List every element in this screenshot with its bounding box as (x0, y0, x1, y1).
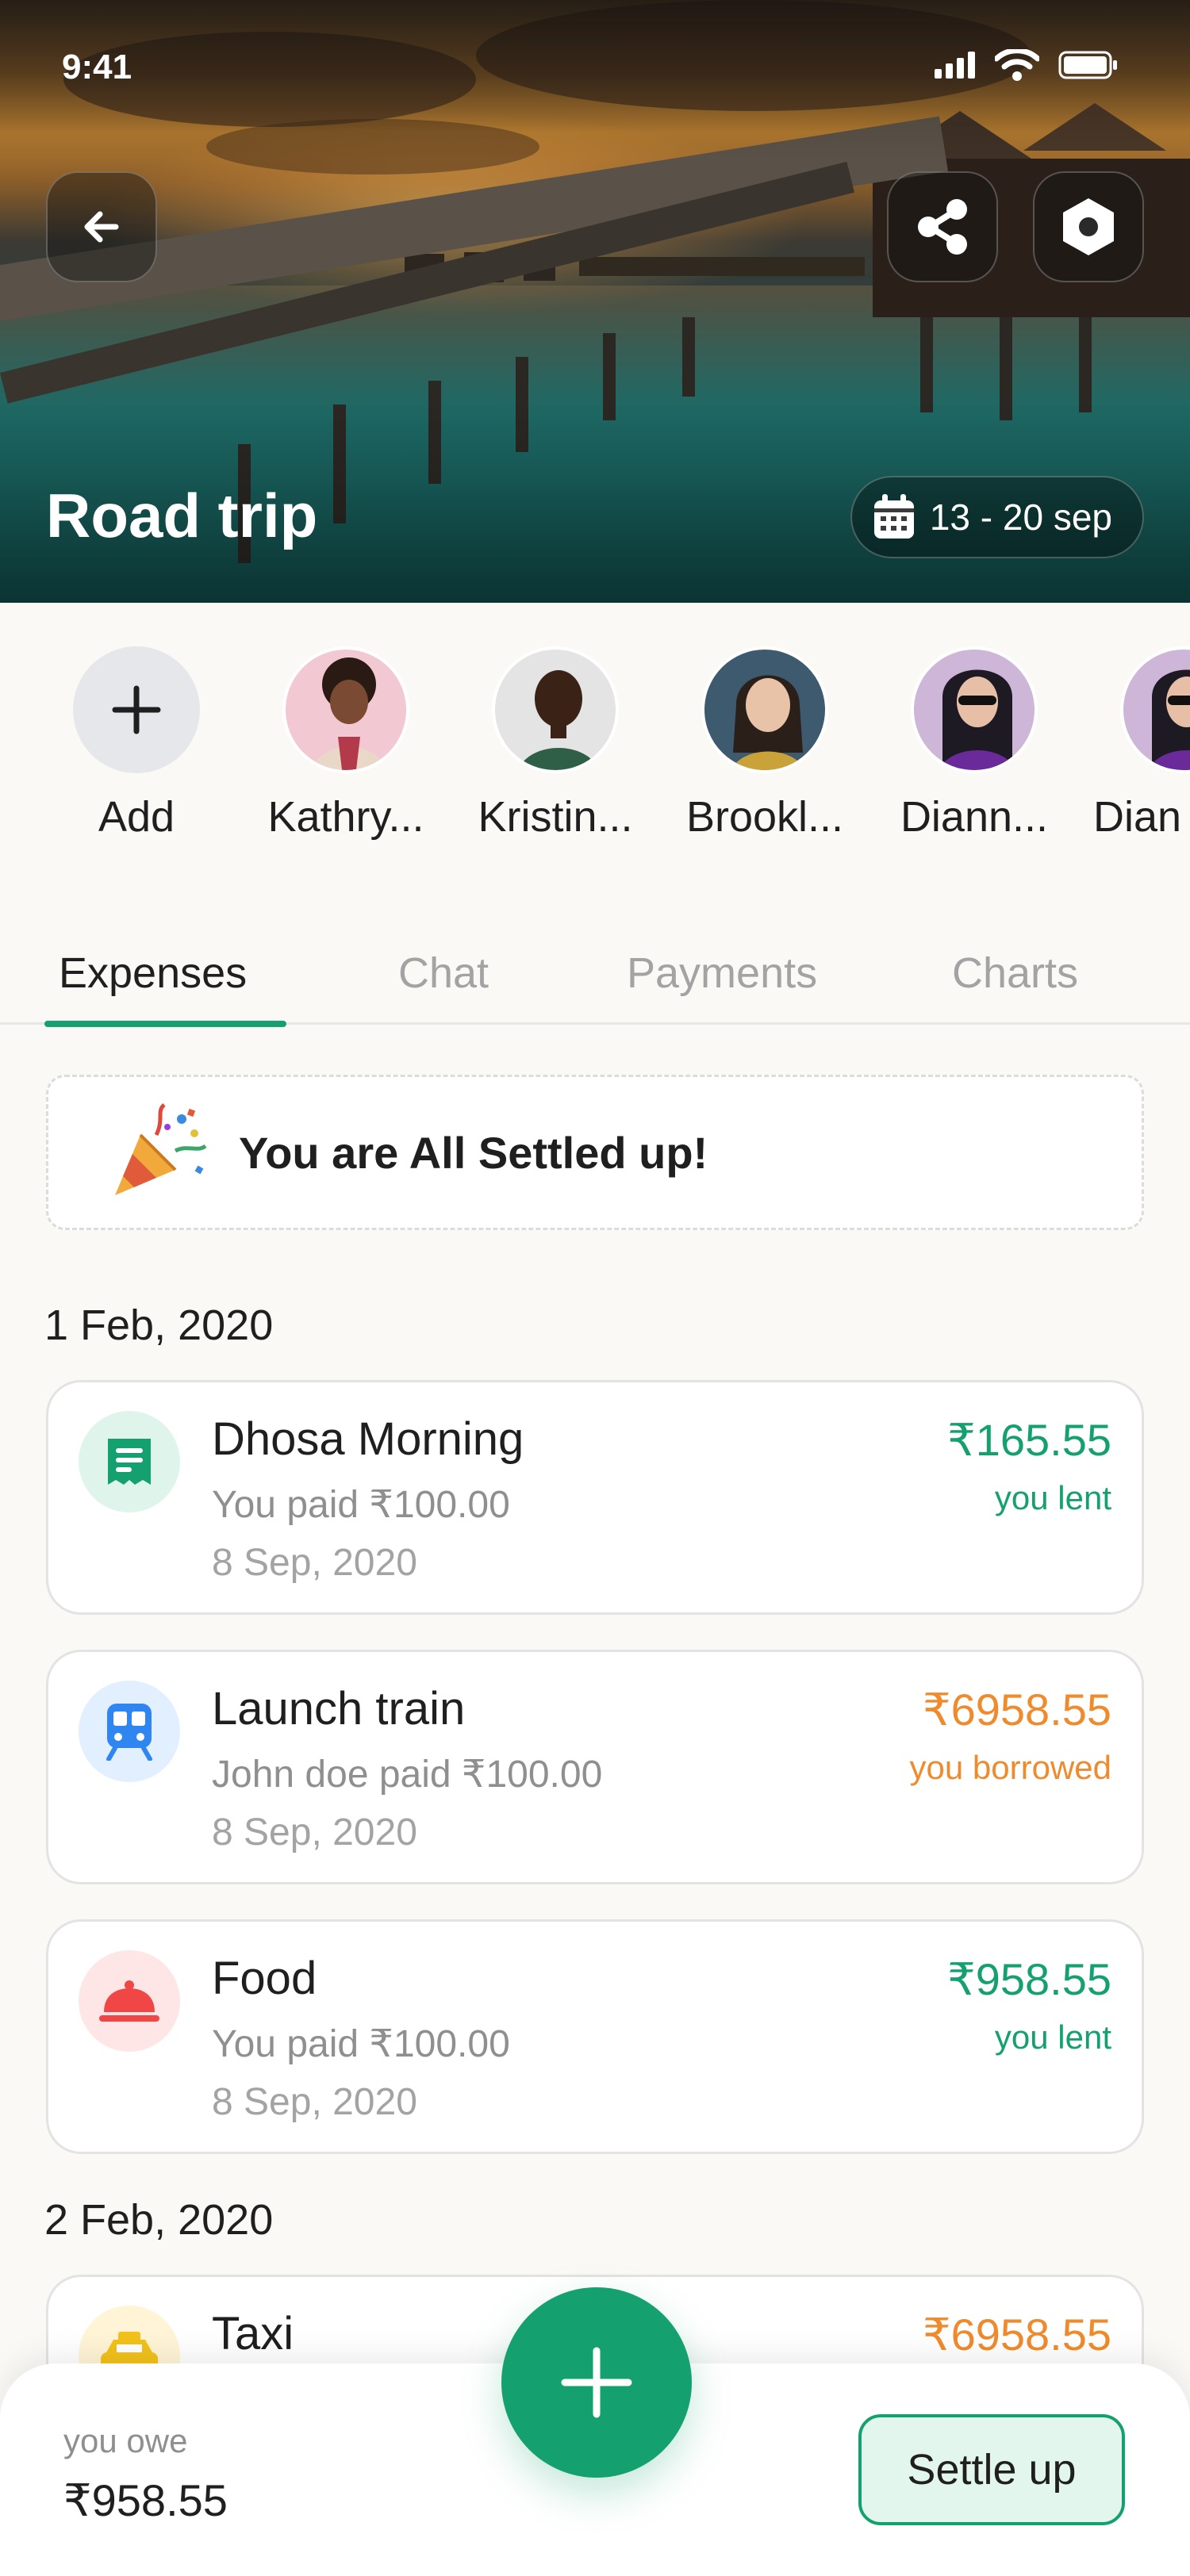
train-icon (106, 1704, 152, 1761)
tab-expenses[interactable]: Expenses (59, 949, 247, 998)
status-icons (935, 49, 1119, 81)
expense-date: 8 Sep, 2020 (212, 2081, 417, 2123)
signal-icon (935, 52, 975, 79)
food-cloche-icon (99, 1980, 159, 2022)
expense-payer: You paid ₹100.00 (212, 1484, 510, 1526)
settings-button[interactable] (1033, 171, 1144, 282)
tab-payments[interactable]: Payments (627, 949, 817, 998)
add-member-button[interactable]: Add (41, 646, 232, 841)
tab-bar: Expenses Chat Payments Charts (0, 936, 1190, 1025)
member-name: Kristin... (478, 793, 633, 841)
category-icon (79, 1950, 180, 2052)
share-button[interactable] (887, 171, 998, 282)
expense-title: Launch train (212, 1683, 466, 1735)
add-member-circle (73, 646, 200, 773)
trip-date-range[interactable]: 13 - 20 sep (850, 476, 1144, 558)
expense-status: you lent (994, 2018, 1111, 2056)
tab-charts[interactable]: Charts (952, 949, 1078, 998)
expense-card[interactable]: Food You paid ₹100.00 8 Sep, 2020 ₹958.5… (46, 1919, 1144, 2154)
member-avatar-item[interactable]: Kristin... (460, 646, 651, 841)
receipt-icon (108, 1439, 151, 1485)
member-avatar-item[interactable]: Dian (1088, 646, 1190, 841)
expense-amount: ₹6958.55 (922, 1685, 1111, 1735)
avatar (701, 646, 828, 773)
wifi-icon (995, 49, 1039, 81)
battery-icon (1058, 51, 1117, 79)
member-name: Diann... (900, 793, 1049, 841)
expense-date: 8 Sep, 2020 (212, 1811, 417, 1853)
expense-card[interactable]: Launch train John doe paid ₹100.00 8 Sep… (46, 1650, 1144, 1884)
member-avatar-item[interactable]: Kathry... (251, 646, 441, 841)
expense-status: you borrowed (909, 1749, 1111, 1786)
settled-text: You are All Settled up! (239, 1127, 708, 1178)
expense-title: Taxi (212, 2308, 294, 2359)
party-popper-icon (115, 1103, 207, 1195)
settle-up-button[interactable]: Settle up (858, 2414, 1125, 2525)
expense-payer: John doe paid ₹100.00 (212, 1754, 603, 1796)
settled-banner: You are All Settled up! (46, 1075, 1144, 1230)
member-name: Brookl... (685, 793, 844, 841)
expense-title: Dhosa Morning (212, 1413, 524, 1465)
expense-date: 8 Sep, 2020 (212, 1542, 417, 1584)
member-list: Add Kathry... Kristin... Brookl... Diann… (0, 646, 1190, 853)
status-time: 9:41 (62, 48, 132, 86)
expense-card[interactable]: Dhosa Morning You paid ₹100.00 8 Sep, 20… (46, 1380, 1144, 1615)
avatar (282, 646, 409, 773)
add-member-label: Add (98, 793, 175, 841)
add-expense-button[interactable] (501, 2287, 692, 2478)
expense-amount: ₹6958.55 (922, 2310, 1111, 2359)
share-icon (918, 199, 967, 255)
date-range-text: 13 - 20 sep (929, 496, 1112, 538)
expense-amount: ₹165.55 (947, 1415, 1111, 1465)
trip-title: Road trip (46, 481, 318, 550)
member-avatar-item[interactable]: Diann... (879, 646, 1069, 841)
arrow-left-icon (84, 211, 119, 243)
date-header: 2 Feb, 2020 (44, 2196, 274, 2244)
category-icon (79, 1411, 180, 1512)
calendar-icon (873, 494, 914, 539)
avatar (1120, 646, 1190, 773)
expense-title: Food (212, 1953, 317, 2004)
expense-status: you lent (994, 1479, 1111, 1516)
plus-icon (561, 2347, 632, 2418)
owe-amount: ₹958.55 (63, 2475, 228, 2525)
plus-icon (112, 685, 161, 734)
avatar (492, 646, 619, 773)
avatar (911, 646, 1038, 773)
back-button[interactable] (46, 171, 157, 282)
settings-hexagon-icon (1063, 198, 1114, 255)
date-header: 1 Feb, 2020 (44, 1301, 274, 1349)
member-name: Dian (1093, 793, 1182, 841)
member-avatar-item[interactable]: Brookl... (670, 646, 860, 841)
active-tab-indicator (44, 1021, 286, 1027)
owe-label: you owe (63, 2422, 188, 2459)
member-name: Kathry... (267, 793, 424, 841)
category-icon (79, 1681, 180, 1782)
tab-chat[interactable]: Chat (398, 949, 489, 998)
expense-amount: ₹958.55 (947, 1954, 1111, 2004)
expense-payer: You paid ₹100.00 (212, 2023, 510, 2065)
